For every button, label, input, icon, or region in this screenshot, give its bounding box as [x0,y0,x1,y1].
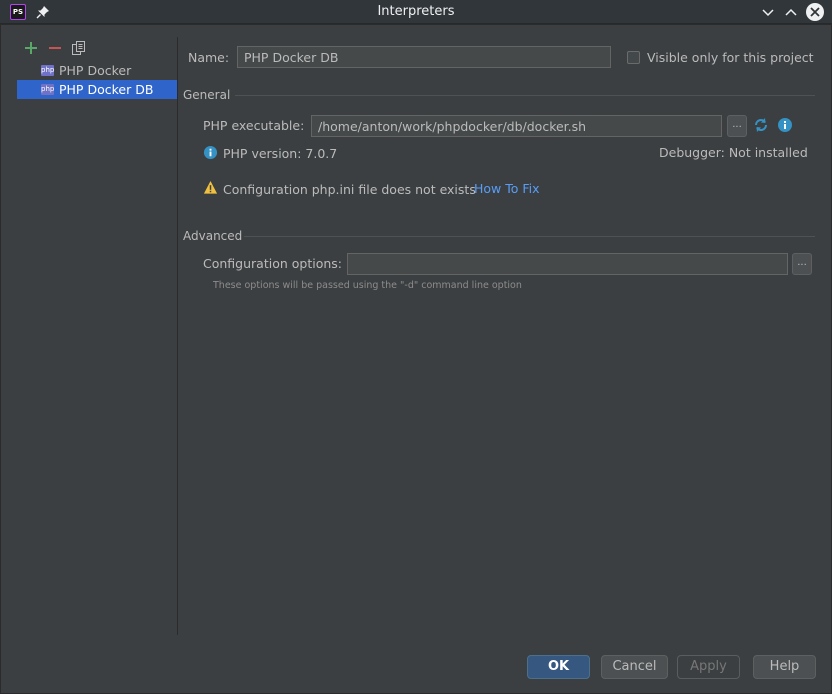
copy-icon[interactable] [70,39,88,57]
interpreter-label: PHP Docker DB [59,82,154,97]
php-icon: php [41,84,55,95]
configuration-options-label: Configuration options: [203,256,342,271]
general-section-title: General [183,88,231,102]
window-title: Interpreters [377,4,455,19]
help-button[interactable]: Help [753,655,816,679]
interpreter-list: php PHP Docker php PHP Docker DB [17,61,177,99]
configuration-options-input[interactable] [347,253,788,275]
interpreter-item-php-docker[interactable]: php PHP Docker [17,61,177,80]
php-executable-label: PHP executable: [203,118,305,133]
interpreter-item-php-docker-db[interactable]: php PHP Docker DB [17,80,177,99]
php-executable-browse-button[interactable]: ... [727,115,747,137]
warning-icon [203,180,218,194]
advanced-separator [244,236,815,237]
general-separator [235,95,815,96]
ok-button[interactable]: OK [527,655,590,679]
configuration-options-hint: These options will be passed using the "… [213,280,522,291]
how-to-fix-link[interactable]: How To Fix [474,181,540,196]
info-icon[interactable] [777,117,793,133]
interpreter-settings-pane: Name: Visible only for this project Gene… [183,37,815,635]
name-label: Name: [188,50,230,65]
apply-button[interactable]: Apply [677,655,740,679]
close-icon[interactable] [806,3,824,21]
interpreter-label: PHP Docker [59,63,132,78]
minimize-icon[interactable] [760,4,776,20]
cancel-button[interactable]: Cancel [601,655,668,679]
remove-icon[interactable] [46,39,64,57]
refresh-icon[interactable] [752,116,770,134]
title-bar: PS Interpreters [0,0,832,24]
info-icon [203,145,218,160]
php-version-text: PHP version: 7.0.7 [223,146,338,161]
add-icon[interactable] [22,39,40,57]
debugger-status-text: Debugger: Not installed [659,145,808,160]
php-ini-warning-text: Configuration php.ini file does not exis… [223,182,476,197]
advanced-section-title: Advanced [183,229,243,243]
interpreters-dialog: php PHP Docker php PHP Docker DB Name: V… [0,24,832,694]
php-icon: php [41,65,55,76]
configuration-options-browse-button[interactable]: ... [792,253,812,275]
php-executable-input[interactable] [311,115,722,137]
maximize-icon[interactable] [783,4,799,20]
name-input[interactable] [237,46,611,68]
interpreter-list-pane: php PHP Docker php PHP Docker DB [17,37,178,635]
visible-only-label: Visible only for this project [647,50,814,65]
visible-only-checkbox[interactable] [627,51,640,64]
